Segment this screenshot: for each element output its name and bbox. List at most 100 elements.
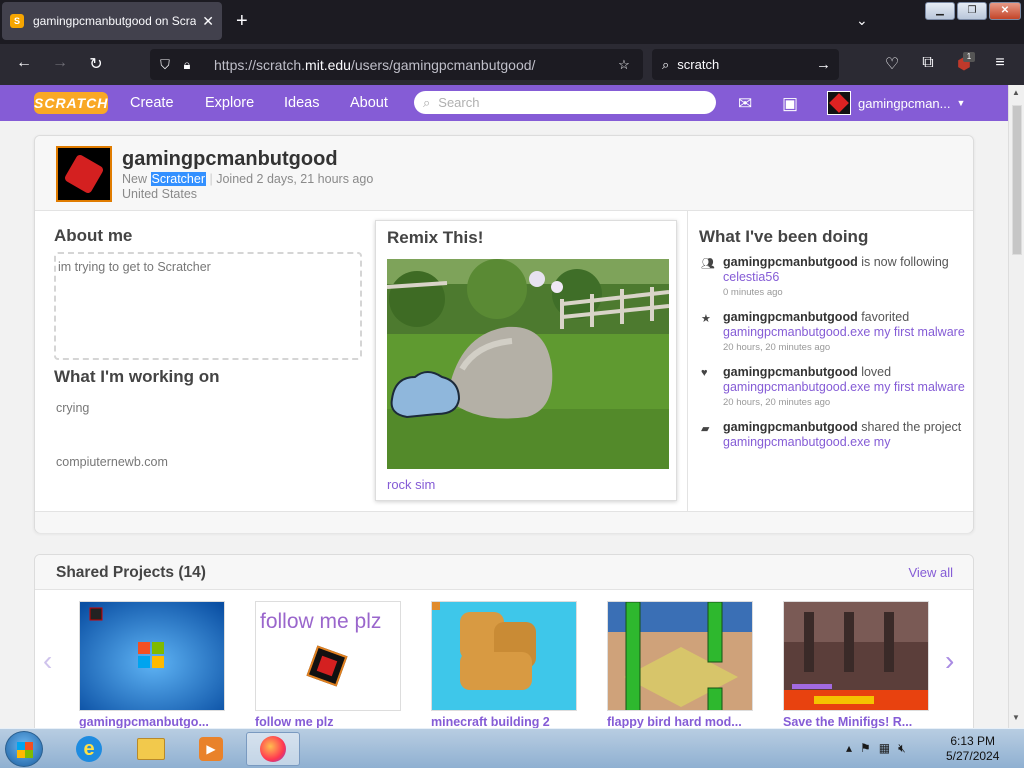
browser-nav-bar: ← → ↻ ⛉ 🔒︎ https://scratch.mit.edu/users… xyxy=(0,44,1024,85)
browser-tab[interactable]: S gamingpcmanbutgood on Scratch ✕ xyxy=(2,2,222,40)
scroll-down-icon[interactable]: ▼ xyxy=(1012,713,1020,722)
activity-target-link[interactable]: gamingpcmanbutgood.exe my first malware xyxy=(723,380,965,394)
nav-about[interactable]: About xyxy=(350,85,388,121)
project-card[interactable]: follow me plz follow me plz xyxy=(255,601,401,728)
project-title[interactable]: follow me plz xyxy=(255,715,401,728)
chevron-down-icon[interactable]: ⌄ xyxy=(856,12,868,29)
close-tab-icon[interactable]: ✕ xyxy=(202,13,214,30)
project-thumbnail[interactable] xyxy=(607,601,753,711)
lock-icon[interactable]: 🔒︎ xyxy=(176,57,198,73)
menu-icon[interactable]: ≡ xyxy=(990,54,1010,72)
reload-icon[interactable]: ↻ xyxy=(86,54,106,74)
extensions-icon[interactable]: ⧉ xyxy=(918,54,938,72)
project-thumbnail[interactable] xyxy=(783,601,929,711)
heart-icon: ♥ xyxy=(701,367,708,379)
my-stuff-icon[interactable]: ▣ xyxy=(782,94,798,114)
activity-user[interactable]: gamingpcmanbutgood xyxy=(723,310,858,324)
profile-role: New Scratcher | Joined 2 days, 21 hours … xyxy=(122,172,374,186)
shield-icon[interactable]: ⛉ xyxy=(154,57,176,73)
forward-arrow-icon[interactable]: → xyxy=(50,54,70,72)
internet-explorer-icon[interactable]: e xyxy=(62,732,116,766)
new-tab-icon[interactable]: + xyxy=(236,10,248,33)
project-title[interactable]: flappy bird hard mod... xyxy=(607,715,753,728)
activity-user[interactable]: gamingpcmanbutgood xyxy=(723,255,858,269)
project-card[interactable]: Save the Minifigs! R... xyxy=(783,601,929,728)
remix-card: Remix This! rock sim xyxy=(375,220,677,501)
project-thumbnail[interactable] xyxy=(79,601,225,711)
page-scrollbar[interactable]: ▲ ▼ xyxy=(1008,85,1024,728)
profile-location: United States xyxy=(122,187,198,201)
joined-text: Joined 2 days, 21 hours ago xyxy=(216,172,374,186)
project-card[interactable]: gamingpcmanbutgo... xyxy=(79,601,225,728)
shared-projects-title: Shared Projects (14) xyxy=(56,564,206,581)
activity-target-link[interactable]: gamingpcmanbutgood.exe my first malware xyxy=(723,325,965,339)
activity-user[interactable]: gamingpcmanbutgood xyxy=(723,420,858,434)
network-icon[interactable]: ▦ xyxy=(879,741,890,756)
project-title[interactable]: gamingpcmanbutgo... xyxy=(79,715,225,728)
profile-box: gamingpcmanbutgood New Scratcher | Joine… xyxy=(34,135,974,533)
project-title[interactable]: minecraft building 2 xyxy=(431,715,577,728)
scroll-up-icon[interactable]: ▲ xyxy=(1012,88,1020,97)
activity-target-link[interactable]: gamingpcmanbutgood.exe my xyxy=(723,435,890,449)
follow-icon: 👥︎ xyxy=(701,258,715,270)
page-viewport: SCRATCH Create Explore Ideas About ⌕ ✉ ▣… xyxy=(0,85,1008,728)
activity-time: 20 hours, 20 minutes ago xyxy=(723,397,831,408)
activity-user[interactable]: gamingpcmanbutgood xyxy=(723,365,858,379)
messages-icon[interactable]: ✉ xyxy=(738,94,752,114)
file-explorer-icon[interactable] xyxy=(124,732,178,766)
view-all-link[interactable]: View all xyxy=(908,565,953,580)
profile-username: gamingpcmanbutgood xyxy=(122,148,338,170)
project-card[interactable]: minecraft building 2 xyxy=(431,601,577,728)
flag-icon[interactable]: ⚑ xyxy=(860,741,871,756)
project-thumbnail[interactable] xyxy=(431,601,577,711)
media-player-icon[interactable]: ▶ xyxy=(184,732,238,766)
header-username: gamingpcman... xyxy=(858,95,951,111)
tray-expand-icon[interactable]: ▴ xyxy=(846,741,852,756)
back-arrow-icon[interactable]: ← xyxy=(14,54,34,72)
profile-footer xyxy=(35,511,973,533)
volume-muted-icon[interactable]: 🔇︎ xyxy=(898,741,906,756)
bookmark-star-icon[interactable]: ☆ xyxy=(613,57,635,73)
maximize-button[interactable]: ❐ xyxy=(957,2,987,20)
scratch-logo[interactable]: SCRATCH xyxy=(34,92,108,114)
carousel-next-icon[interactable]: › xyxy=(945,645,954,677)
project-card[interactable]: flappy bird hard mod... xyxy=(607,601,753,728)
firefox-taskbar-icon[interactable] xyxy=(246,732,300,766)
project-title[interactable]: Save the Minifigs! R... xyxy=(783,715,929,728)
scratch-search[interactable]: ⌕ xyxy=(414,91,716,114)
nav-create[interactable]: Create xyxy=(130,85,174,121)
system-tray: ▴ ⚑ ▦ 🔇︎ xyxy=(846,741,906,756)
remix-title: Remix This! xyxy=(387,228,484,247)
avatar xyxy=(827,91,851,115)
remix-thumbnail[interactable] xyxy=(387,259,669,469)
go-arrow-icon[interactable]: → xyxy=(816,56,831,73)
working-on-field[interactable]: crying xyxy=(54,401,364,415)
remix-project-link[interactable]: rock sim xyxy=(387,477,435,492)
activity-feed: 👥︎ gamingpcmanbutgood is now following c… xyxy=(699,255,965,481)
activity-time: 0 minutes ago xyxy=(723,287,783,298)
role-highlight: Scratcher xyxy=(150,172,206,186)
window-controls: ▁ ❐ ✕ xyxy=(925,2,1021,20)
nav-explore[interactable]: Explore xyxy=(205,85,254,121)
browser-search-bar[interactable]: ⌕ scratch → xyxy=(652,49,839,80)
browser-tab-bar: S gamingpcmanbutgood on Scratch ✕ + ⌄ ▁ … xyxy=(0,0,1024,44)
user-menu[interactable]: gamingpcman... ▼ xyxy=(827,91,965,115)
minimize-button[interactable]: ▁ xyxy=(925,2,955,20)
scratch-search-input[interactable] xyxy=(438,95,699,110)
url-bar[interactable]: ⛉ 🔒︎ https://scratch.mit.edu/users/gamin… xyxy=(150,49,643,80)
share-icon: ▰ xyxy=(701,423,710,435)
nav-ideas[interactable]: Ideas xyxy=(284,85,319,121)
carousel-prev-icon[interactable]: ‹ xyxy=(43,645,52,677)
about-me-field[interactable]: im trying to get to Scratcher xyxy=(54,252,362,360)
clock[interactable]: 6:13 PM 5/27/2024 xyxy=(946,734,999,764)
scrollbar-thumb[interactable] xyxy=(1012,105,1022,255)
close-window-button[interactable]: ✕ xyxy=(989,2,1021,20)
activity-title: What I've been doing xyxy=(699,227,869,246)
project-thumbnail[interactable]: follow me plz xyxy=(255,601,401,711)
star-icon: ★ xyxy=(701,313,711,325)
activity-item: ★ gamingpcmanbutgood favorited gamingpcm… xyxy=(701,310,965,353)
activity-time: 20 hours, 20 minutes ago xyxy=(723,342,831,353)
start-button[interactable] xyxy=(5,731,43,767)
activity-target-link[interactable]: celestia56 xyxy=(723,270,779,284)
pocket-icon[interactable]: ♡ xyxy=(882,54,902,74)
